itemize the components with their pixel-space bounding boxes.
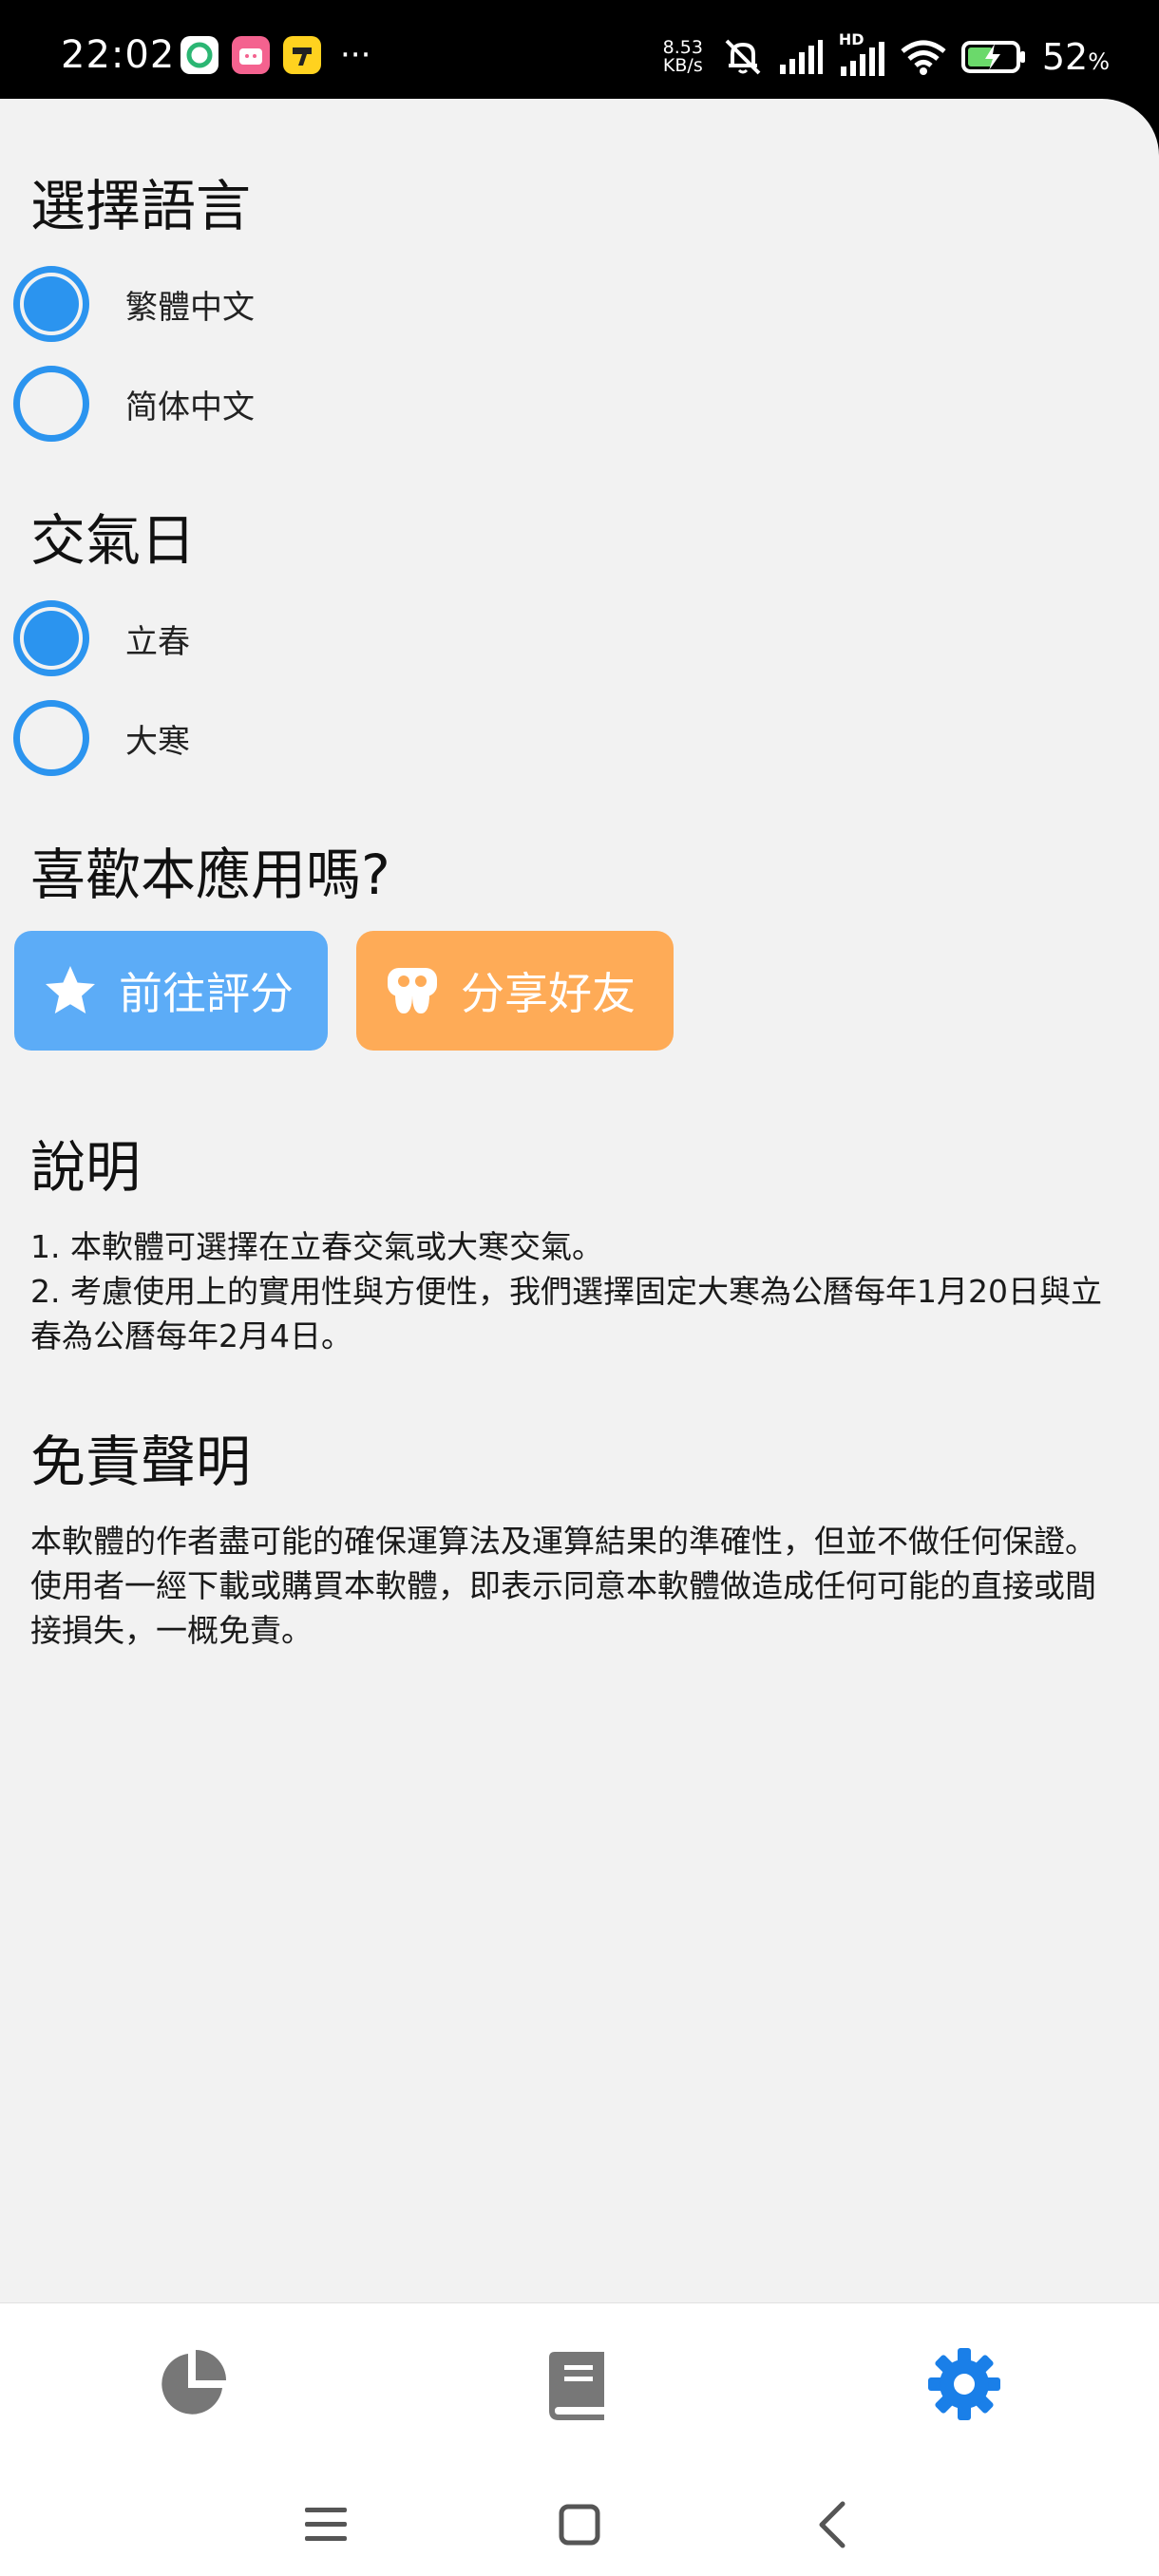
status-time: 22:02	[61, 33, 176, 77]
home-button[interactable]	[549, 2494, 610, 2555]
radio-label: 简体中文	[125, 388, 255, 426]
radio-button-unselected[interactable]	[13, 700, 89, 776]
radio-button-selected[interactable]	[13, 266, 89, 342]
battery-percent: 52%	[1042, 36, 1110, 78]
explanation-line-1: 1. 本軟體可選擇在立春交氣或大寒交氣。	[30, 1228, 603, 1265]
solar-term-section-title: 交氣日	[30, 508, 197, 573]
status-bar: 22:02 ··· 8.53 KB/s HD 52%	[0, 0, 1159, 100]
like-app-section-title: 喜歡本應用嗎?	[30, 843, 390, 907]
radio-dahan[interactable]: 大寒	[13, 694, 190, 782]
share-button-label: 分享好友	[461, 968, 636, 1019]
rate-app-button[interactable]: 前往評分	[14, 931, 328, 1051]
notification-icons: ···	[180, 36, 370, 74]
net-speed-unit: KB/s	[662, 55, 703, 76]
explanation-section-title: 說明	[30, 1135, 142, 1200]
home-icon	[559, 2504, 600, 2546]
menu-button[interactable]	[295, 2494, 356, 2555]
radio-simplified-chinese[interactable]: 简体中文	[13, 360, 255, 447]
back-button[interactable]	[803, 2494, 864, 2555]
explanation-text: 1. 本軟體可選擇在立春交氣或大寒交氣。 2. 考慮使用上的實用性與方便性，我們…	[30, 1224, 1123, 1358]
menu-icon	[305, 2508, 347, 2541]
radio-lichun[interactable]: 立春	[13, 595, 190, 682]
network-speed: 8.53 KB/s	[658, 39, 708, 75]
disclaimer-text: 本軟體的作者盡可能的確保運算法及運算結果的準確性，但並不做任何保證。使用者一經下…	[30, 1523, 1096, 1649]
rate-button-label: 前往評分	[119, 968, 294, 1019]
disclaimer-section-title: 免責聲明	[30, 1430, 252, 1494]
tv-app-icon	[232, 36, 270, 74]
green-app-icon	[180, 36, 218, 74]
language-section-title: 選擇語言	[30, 174, 252, 238]
battery-unit: %	[1088, 48, 1110, 75]
radio-traditional-chinese[interactable]: 繁體中文	[13, 260, 255, 348]
settings-content: 選擇語言 繁體中文 简体中文 交氣日 立春 大寒 喜歡本應用嗎? 前往評分 分享…	[0, 99, 1159, 2302]
screen: 22:02 ··· 8.53 KB/s HD 52% 選擇語言 繁體中文 简体中…	[0, 0, 1159, 2576]
share-friends-icon	[383, 961, 442, 1020]
nav-settings-tab[interactable]	[922, 2341, 1007, 2427]
mute-bell-icon	[725, 39, 761, 75]
battery-charging-icon	[960, 41, 1025, 73]
battery-value: 52	[1041, 36, 1089, 78]
radio-button-unselected[interactable]	[13, 366, 89, 442]
radio-label: 繁體中文	[125, 288, 255, 327]
gear-icon	[928, 2348, 1000, 2420]
more-notifications-icon: ···	[340, 36, 371, 74]
signal-hd-icon: HD	[837, 30, 886, 78]
nav-book-tab[interactable]	[537, 2341, 622, 2427]
wifi-icon	[901, 40, 946, 75]
bottom-navigation	[0, 2302, 1159, 2474]
back-icon	[819, 2501, 846, 2548]
radio-label: 大寒	[125, 722, 190, 761]
star-icon	[41, 961, 100, 1020]
radio-label: 立春	[125, 622, 190, 661]
nav-chart-tab[interactable]	[149, 2341, 235, 2427]
signal-icon	[779, 40, 823, 74]
radio-button-selected[interactable]	[13, 600, 89, 676]
system-navigation-bar	[0, 2473, 1159, 2576]
share-friends-button[interactable]: 分享好友	[356, 931, 674, 1051]
status-indicators: 8.53 KB/s HD 52%	[658, 28, 1110, 85]
book-icon	[549, 2352, 604, 2420]
explanation-line-2: 2. 考慮使用上的實用性與方便性，我們選擇固定大寒為公曆每年1月20日與立春為公…	[30, 1273, 1102, 1354]
pie-chart-icon	[162, 2350, 226, 2415]
yellow-app-icon	[283, 36, 321, 74]
